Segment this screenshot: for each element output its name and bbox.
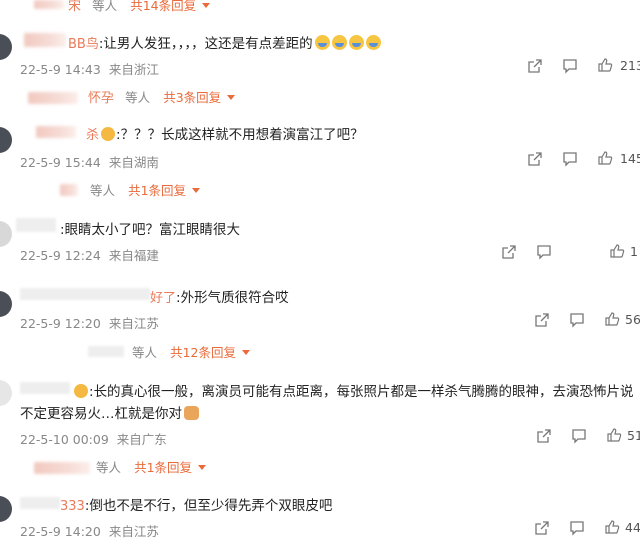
comment-text-line2: 不定更容易火…杠就是你对: [20, 406, 182, 422]
like-icon[interactable]: [596, 149, 614, 167]
blurred-username: [28, 92, 78, 104]
share-icon[interactable]: [526, 57, 544, 75]
laughing-emoji-icon: [348, 35, 364, 50]
like-icon[interactable]: [603, 310, 621, 328]
reply-thread-dengren: 等人: [96, 460, 122, 475]
blurred-username: [34, 462, 90, 474]
blurred-username: [24, 33, 66, 47]
like-icon[interactable]: [596, 56, 614, 74]
reply-thread-dengren: 等人: [92, 0, 118, 13]
comment-time: 22-5-9 12:20: [20, 316, 101, 331]
blurred-username: [16, 218, 56, 232]
comment-text-line1: 长的真心很一般，离演员可能有点距离，每张照片都是一样杀气腾腾的眼神，去演恐怖片说: [93, 384, 634, 400]
blurred-username: [88, 346, 124, 357]
chevron-down-icon[interactable]: [202, 3, 211, 8]
reply-count-link[interactable]: 共1条回复: [134, 460, 192, 475]
comment-icon[interactable]: [561, 57, 579, 75]
reply-count-link[interactable]: 共1条回复: [128, 183, 186, 198]
chevron-down-icon[interactable]: [198, 465, 207, 470]
comment-location: 来自江苏: [108, 316, 159, 331]
avatar[interactable]: [0, 380, 12, 406]
reply-count-link[interactable]: 共14条回复: [130, 0, 196, 13]
blurred-username: [20, 288, 150, 300]
user-badge-icon: [74, 384, 88, 398]
comment-text: 倒也不是不行，但至少得先弄个双眼皮吧: [89, 498, 333, 514]
like-count: 145: [620, 151, 640, 166]
laughing-emoji-icon: [365, 35, 381, 50]
like-icon[interactable]: [608, 242, 626, 260]
comment-text: 让男人发狂，，，，这还是有点差距的: [103, 36, 313, 52]
comment-time: 22-5-9 14:43: [20, 62, 101, 77]
reply-thread-user[interactable]: 怀孕: [88, 91, 114, 106]
reply-count-link[interactable]: 共3条回复: [163, 90, 221, 105]
avatar[interactable]: [0, 34, 12, 60]
avatar[interactable]: [0, 496, 12, 522]
comment-text: 外形气质很符合哎: [180, 290, 289, 306]
chevron-down-icon[interactable]: [227, 95, 236, 100]
comment-time: 22-5-9 15:44: [20, 155, 101, 170]
laughing-emoji-icon: [314, 35, 330, 50]
comment-location: 来自广东: [116, 432, 167, 447]
comment-time: 22-5-9 12:24: [20, 248, 101, 263]
comment-location: 来自湖南: [108, 155, 159, 170]
comment-location: 来自江苏: [108, 524, 159, 539]
comment-text: 眼睛太小了吧？富江眼睛很大: [64, 222, 241, 238]
blurred-username: [20, 497, 60, 509]
comment-icon[interactable]: [535, 243, 553, 261]
reply-thread-user[interactable]: 宋: [68, 0, 81, 14]
comment-time: 22-5-10 00:09: [20, 432, 109, 447]
reply-thread-dengren: 等人: [125, 90, 151, 105]
user-badge-icon: [101, 127, 116, 141]
comment-text: ？？？长成这样就不用想着演富江了吧？: [120, 127, 364, 143]
comment-icon[interactable]: [568, 519, 586, 537]
comment-icon[interactable]: [568, 311, 586, 329]
like-count: 51: [627, 428, 640, 443]
comment-icon[interactable]: [570, 427, 588, 445]
comment-username[interactable]: 333: [60, 499, 85, 514]
like-count: 56: [625, 312, 640, 327]
blurred-username: [36, 126, 76, 138]
like-icon[interactable]: [605, 426, 623, 444]
like-count: 213: [620, 58, 640, 73]
like-count: 1: [630, 244, 638, 259]
comment-icon[interactable]: [561, 150, 579, 168]
comment-time: 22-5-9 14:20: [20, 524, 101, 539]
share-icon[interactable]: [533, 311, 551, 329]
chevron-down-icon[interactable]: [242, 350, 251, 355]
comment-username[interactable]: BB鸟: [68, 37, 99, 52]
blurred-username: [60, 184, 78, 196]
comment-username[interactable]: 杀: [86, 128, 99, 143]
share-icon[interactable]: [500, 243, 518, 261]
avatar[interactable]: [0, 127, 12, 153]
comment-location: 来自浙江: [108, 62, 159, 77]
chevron-down-icon[interactable]: [192, 188, 201, 193]
like-icon[interactable]: [603, 518, 621, 536]
share-icon[interactable]: [535, 427, 553, 445]
share-icon[interactable]: [533, 519, 551, 537]
avatar[interactable]: [0, 291, 12, 317]
blurred-username: [34, 0, 64, 9]
avatar[interactable]: [0, 221, 12, 247]
comment-location: 来自福建: [108, 248, 159, 263]
share-icon[interactable]: [526, 150, 544, 168]
laughing-emoji-icon: [331, 35, 347, 50]
reply-thread-dengren: 等人: [132, 345, 158, 360]
reply-count-link[interactable]: 共12条回复: [170, 345, 236, 360]
reply-thread-dengren: 等人: [90, 183, 116, 198]
blurred-username: [20, 382, 70, 394]
comment-username[interactable]: 好了: [150, 291, 176, 306]
cat-emoji-icon: [184, 406, 199, 420]
like-count: 44: [625, 520, 640, 535]
